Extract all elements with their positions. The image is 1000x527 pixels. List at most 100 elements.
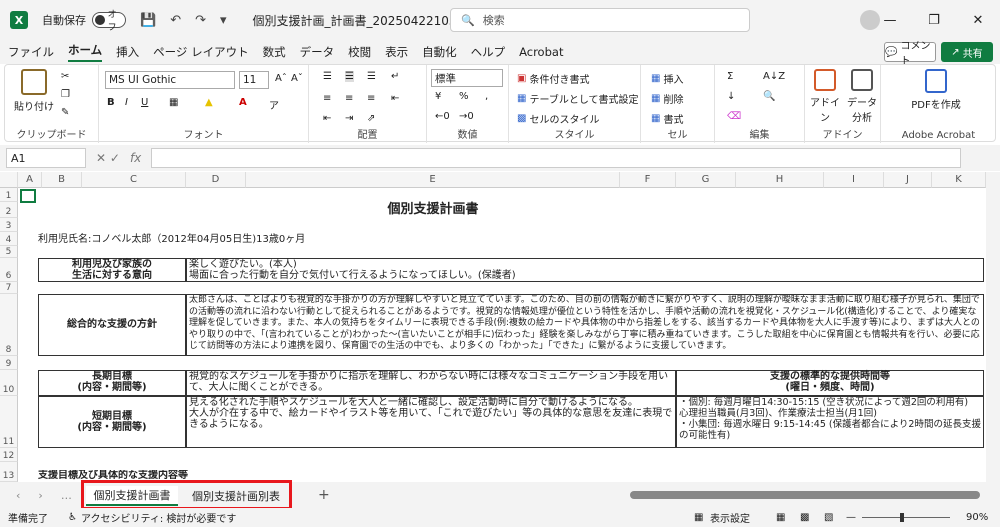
align-center-icon[interactable]: ≡ (345, 93, 353, 104)
column-header[interactable]: F (620, 172, 676, 188)
tab-view[interactable]: 表示 (385, 44, 408, 60)
select-all[interactable] (0, 172, 18, 188)
font-color-icon[interactable]: A (239, 97, 247, 108)
paste-button[interactable]: 貼り付け (13, 69, 55, 113)
scroll-right-icon[interactable]: › (38, 489, 42, 502)
bold-icon[interactable]: B (107, 97, 115, 108)
grow-font-icon[interactable]: Aˆ (275, 73, 287, 84)
customize-qat-icon[interactable]: ▾ (220, 13, 227, 28)
row-header[interactable]: 1 (0, 188, 18, 202)
create-pdf-button[interactable]: PDFを作成 (911, 69, 961, 111)
tab-file[interactable]: ファイル (8, 44, 54, 60)
row-header[interactable]: 6 (0, 258, 18, 282)
column-header[interactable]: H (736, 172, 824, 188)
column-header[interactable]: E (246, 172, 620, 188)
zoom-slider[interactable] (862, 517, 950, 518)
align-middle-icon[interactable]: ☰ (345, 71, 354, 82)
currency-icon[interactable]: ¥ (435, 91, 441, 102)
undo-icon[interactable]: ↶ (170, 13, 181, 28)
search-box[interactable]: 🔍 検索 (450, 8, 750, 32)
row-header[interactable]: 4 (0, 232, 18, 246)
autosave-toggle[interactable]: オフ (92, 10, 126, 33)
view-settings[interactable]: 表示設定 (710, 510, 750, 525)
copy-icon[interactable]: ❐ (61, 89, 70, 100)
horizontal-scrollbar[interactable] (630, 491, 980, 499)
align-left-icon[interactable]: ≡ (323, 93, 331, 104)
document-title[interactable]: 個別支援計画_計画書_202504221055... (253, 12, 476, 29)
row-header[interactable]: 12 (0, 448, 18, 462)
zoom-level[interactable]: 90% (966, 512, 988, 523)
row-header[interactable]: 9 (0, 356, 18, 370)
row-header[interactable]: 10 (0, 370, 18, 396)
column-header[interactable]: D (186, 172, 246, 188)
sort-filter-icon[interactable]: A↓Z (763, 71, 785, 82)
delete-cells-button[interactable]: ▦ 削除 (651, 91, 683, 106)
normal-view-icon[interactable]: ▦ (776, 512, 785, 523)
format-cells-button[interactable]: ▦ 書式 (651, 111, 683, 126)
column-header[interactable]: G (676, 172, 736, 188)
phonetic-icon[interactable]: ア (269, 97, 279, 112)
font-name-select[interactable]: MS UI Gothic (105, 71, 235, 89)
decrease-decimal-icon[interactable]: →0 (459, 111, 474, 122)
tab-data[interactable]: データ (300, 44, 335, 60)
merge-center-icon[interactable]: ⇤ (391, 93, 399, 104)
column-header[interactable]: I (824, 172, 884, 188)
share-button[interactable]: ↗ 共有 (941, 42, 993, 62)
name-box[interactable]: A1 (6, 148, 86, 168)
number-format-select[interactable]: 標準 (431, 69, 503, 87)
column-header[interactable]: C (82, 172, 186, 188)
comma-icon[interactable]: , (485, 91, 488, 102)
indent-decrease-icon[interactable]: ⇤ (323, 113, 331, 124)
column-header[interactable]: K (932, 172, 986, 188)
scroll-left-icon[interactable]: ‹ (16, 489, 20, 502)
find-select-icon[interactable]: 🔍 (763, 91, 775, 102)
font-size-select[interactable]: 11 (239, 71, 269, 89)
row-header[interactable]: 3 (0, 218, 18, 232)
worksheet-grid[interactable]: A B C D E F G H I J K 1 2 3 4 5 6 7 8 9 … (0, 172, 1000, 482)
row-header[interactable]: 7 (0, 282, 18, 294)
border-icon[interactable]: ▦ (169, 97, 178, 108)
tab-page-layout[interactable]: ページ レイアウト (153, 44, 248, 60)
add-sheet-icon[interactable]: + (318, 487, 330, 503)
formula-input[interactable] (151, 148, 962, 168)
minimize-icon[interactable]: — (868, 0, 912, 40)
addins-button[interactable]: アドイン (809, 69, 841, 124)
autosum-icon[interactable]: Σ (727, 71, 733, 82)
wrap-text-icon[interactable]: ↵ (391, 71, 399, 82)
row-header[interactable]: 5 (0, 246, 18, 258)
orientation-icon[interactable]: ⇗ (367, 113, 375, 124)
tab-automate[interactable]: 自動化 (422, 44, 457, 60)
clear-icon[interactable]: ⌫ (727, 111, 741, 122)
column-header[interactable]: A (18, 172, 42, 188)
align-top-icon[interactable]: ☰ (323, 71, 332, 82)
underline-icon[interactable]: U (141, 97, 148, 108)
column-header[interactable]: J (884, 172, 932, 188)
tab-insert[interactable]: 挿入 (116, 44, 139, 60)
row-header[interactable]: 8 (0, 294, 18, 356)
insert-cells-button[interactable]: ▦ 挿入 (651, 71, 683, 86)
format-as-table-button[interactable]: ▦ テーブルとして書式設定 (517, 91, 639, 106)
tab-acrobat[interactable]: Acrobat (519, 45, 563, 59)
tab-home[interactable]: ホーム (68, 42, 103, 62)
zoom-slider-thumb[interactable] (900, 513, 904, 522)
restore-icon[interactable]: ❐ (912, 0, 956, 40)
percent-icon[interactable]: % (459, 91, 469, 102)
cell-styles-button[interactable]: ▩ セルのスタイル (517, 111, 599, 126)
active-cell-a1[interactable] (20, 189, 36, 203)
row-header[interactable]: 13 (0, 462, 18, 482)
close-icon[interactable]: ✕ (956, 0, 1000, 40)
format-painter-icon[interactable]: ✎ (61, 107, 69, 118)
vertical-scrollbar[interactable] (986, 172, 1000, 482)
insert-function-icon[interactable]: fx (130, 151, 141, 165)
cut-icon[interactable]: ✂ (61, 71, 69, 82)
conditional-formatting-button[interactable]: ▣ 条件付き書式 (517, 71, 589, 86)
shrink-font-icon[interactable]: Aˇ (291, 73, 303, 84)
redo-icon[interactable]: ↷ (195, 13, 206, 28)
row-header[interactable]: 11 (0, 396, 18, 448)
accessibility-status[interactable]: アクセシビリティ: 検討が必要です (81, 510, 236, 525)
tab-review[interactable]: 校閲 (348, 44, 371, 60)
page-break-view-icon[interactable]: ▧ (824, 512, 833, 523)
align-right-icon[interactable]: ≡ (367, 93, 375, 104)
tab-formulas[interactable]: 数式 (263, 44, 286, 60)
zoom-out-icon[interactable]: — (846, 512, 856, 523)
